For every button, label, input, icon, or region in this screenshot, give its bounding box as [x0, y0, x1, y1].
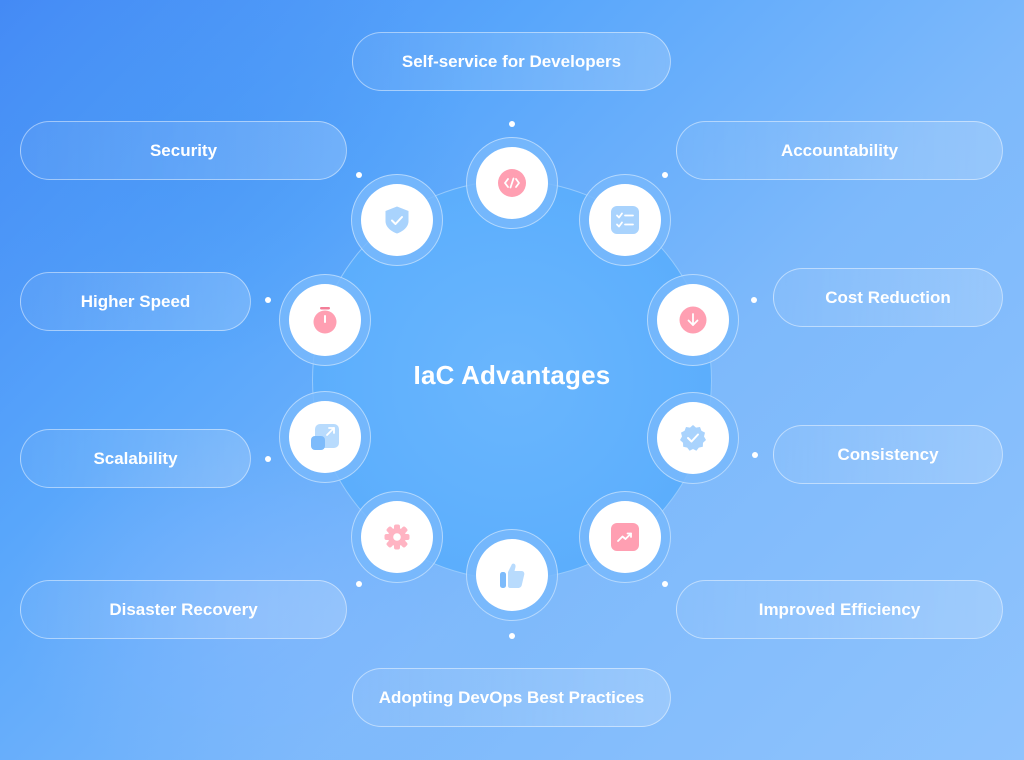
node-disaster-recovery[interactable] — [351, 491, 443, 583]
connector-dot — [662, 581, 668, 587]
node-face — [476, 539, 548, 611]
code-icon — [498, 169, 526, 197]
pill-higher-speed[interactable]: Higher Speed — [20, 272, 251, 331]
node-face — [657, 284, 729, 356]
node-face — [361, 184, 433, 256]
hub-title: IaC Advantages — [413, 360, 611, 390]
connector-dot — [752, 452, 758, 458]
pill-label: Higher Speed — [80, 291, 191, 311]
thumbs-up-icon — [500, 563, 525, 588]
connector-dot — [265, 297, 271, 303]
iac-advantages-diagram: IaC Advantages Self-service for Develope… — [0, 0, 1024, 760]
checklist-icon — [611, 206, 639, 234]
pill-disaster-recovery[interactable]: Disaster Recovery — [20, 580, 347, 639]
node-scalability[interactable] — [279, 391, 371, 483]
stopwatch-icon — [313, 307, 337, 334]
pill-label: Disaster Recovery — [109, 599, 258, 619]
verified-badge-icon — [680, 425, 706, 451]
connector-dot — [509, 121, 515, 127]
connector-dot — [751, 297, 757, 303]
node-higher-speed[interactable] — [279, 274, 371, 366]
connector-dot — [662, 172, 668, 178]
node-adopting-devops-best-practices[interactable] — [466, 529, 558, 621]
pill-improved-efficiency[interactable]: Improved Efficiency — [676, 580, 1003, 639]
node-cost-reduction[interactable] — [647, 274, 739, 366]
pill-label: Adopting DevOps Best Practices — [378, 687, 645, 707]
pill-label: Scalability — [93, 448, 178, 468]
pill-cost-reduction[interactable]: Cost Reduction — [773, 268, 1003, 327]
connector-dot — [356, 581, 362, 587]
pill-adopting-devops-best-practices[interactable]: Adopting DevOps Best Practices — [352, 668, 671, 727]
connector-dot — [356, 172, 362, 178]
arrow-down-circle-icon — [679, 306, 707, 334]
pill-consistency[interactable]: Consistency — [773, 425, 1003, 484]
node-security[interactable] — [351, 174, 443, 266]
node-self-service-for-developers[interactable] — [466, 137, 558, 229]
node-face — [589, 501, 661, 573]
node-consistency[interactable] — [647, 392, 739, 484]
pill-label: Security — [149, 140, 218, 160]
gear-icon — [384, 524, 410, 550]
node-face — [289, 401, 361, 473]
pill-accountability[interactable]: Accountability — [676, 121, 1003, 180]
node-improved-efficiency[interactable] — [579, 491, 671, 583]
pill-label: Self-service for Developers — [401, 51, 622, 71]
pill-self-service-for-developers[interactable]: Self-service for Developers — [352, 32, 671, 91]
pill-label: Consistency — [837, 444, 939, 464]
shield-check-icon — [385, 206, 409, 234]
pill-label: Cost Reduction — [825, 287, 951, 307]
pill-security[interactable]: Security — [20, 121, 347, 180]
pill-label: Improved Efficiency — [758, 599, 921, 619]
node-face — [476, 147, 548, 219]
connector-dot — [265, 456, 271, 462]
node-face — [589, 184, 661, 256]
node-face — [289, 284, 361, 356]
node-face — [361, 501, 433, 573]
node-face — [657, 402, 729, 474]
node-accountability[interactable] — [579, 174, 671, 266]
pill-scalability[interactable]: Scalability — [20, 429, 251, 488]
trending-up-icon — [611, 523, 639, 551]
connector-dot — [509, 633, 515, 639]
scale-up-icon — [311, 424, 339, 450]
pill-label: Accountability — [780, 140, 899, 160]
